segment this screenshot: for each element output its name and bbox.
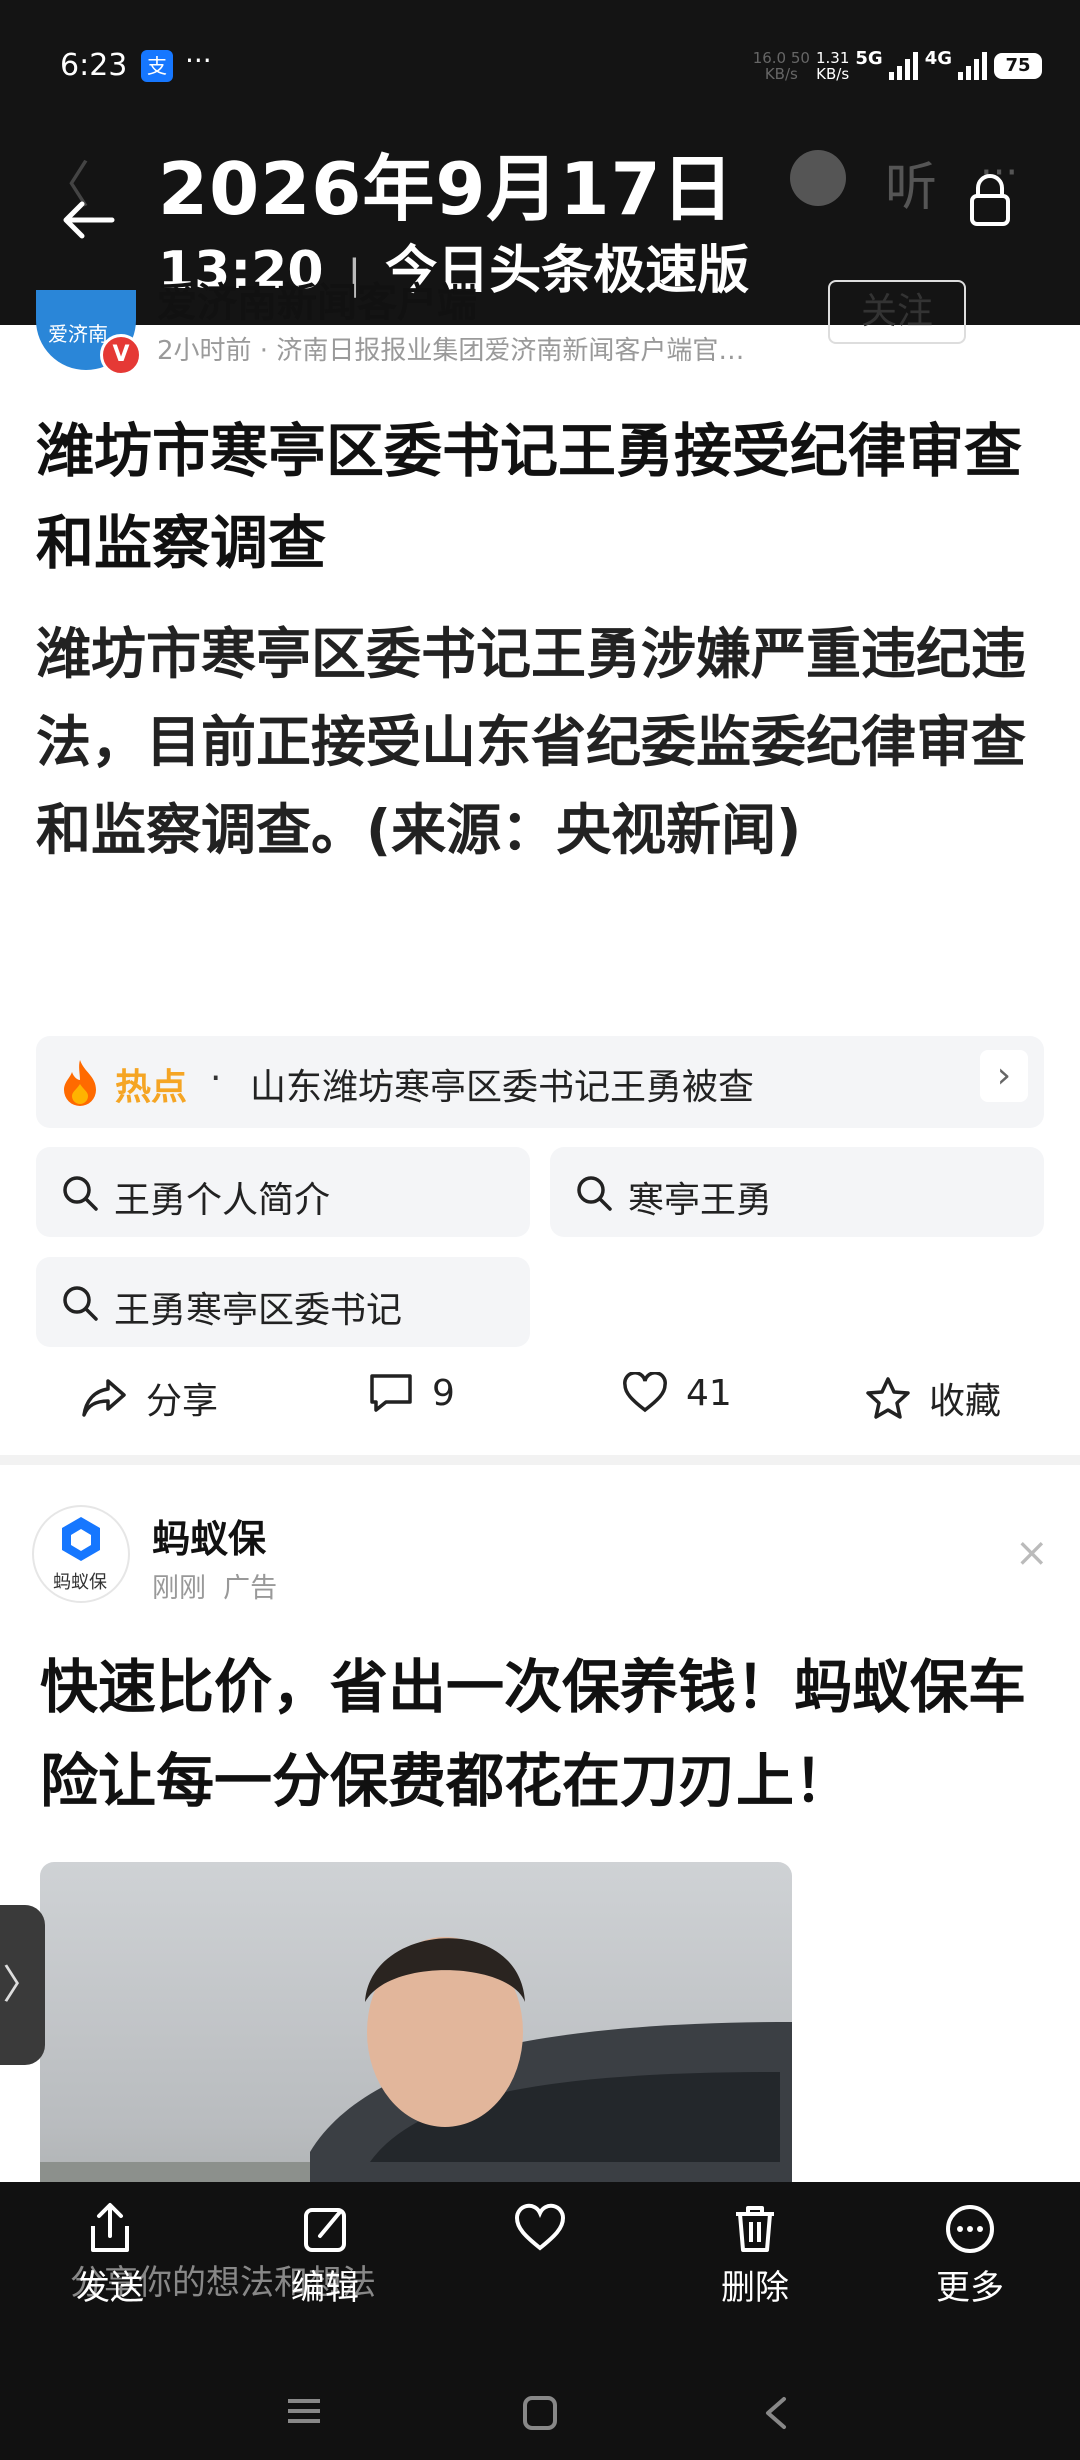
- upload-icon: [91, 2203, 129, 2252]
- trash-icon: [736, 2206, 774, 2252]
- collect-label: 收藏: [929, 1381, 1002, 1422]
- ad-text[interactable]: 快速比价，省出一次保养钱！蚂蚁保车险让每一分保费都花在刀刃上！: [40, 1640, 1050, 1828]
- fire-icon: [58, 1058, 102, 1110]
- ad-meta: 刚刚 广告: [152, 1566, 277, 1605]
- article-title: 潍坊市寒亭区委书记王勇接受纪律审查和监察调查: [36, 417, 1023, 577]
- ad-logo-text: 蚂蚁保: [53, 1572, 107, 1593]
- nav-back-icon[interactable]: [762, 2395, 790, 2435]
- share-label: 分享: [146, 1381, 219, 1422]
- search-icon: [60, 1173, 100, 1217]
- source-meta: 2小时前 · 济南日报报业集团爱济南新闻客户端官…: [157, 336, 745, 366]
- share-button[interactable]: 分享: [80, 1372, 218, 1424]
- delete-button[interactable]: 删除: [675, 2202, 835, 2309]
- hot-separator: ·: [210, 1058, 222, 1099]
- ad-time: 刚刚: [152, 1573, 206, 1604]
- search-icon: [60, 1283, 100, 1327]
- favorite-button[interactable]: [460, 2202, 620, 2260]
- like-button[interactable]: 41: [622, 1372, 732, 1414]
- comment-button[interactable]: 9: [368, 1372, 455, 1414]
- heart-icon: [623, 1372, 667, 1413]
- more-icon: [946, 2205, 994, 2253]
- search-chip-label: 王勇个人简介: [114, 1180, 331, 1221]
- send-label: 发送: [76, 2268, 144, 2308]
- verified-badge: V: [100, 334, 142, 376]
- comment-icon: [370, 1374, 412, 1412]
- search-chip-label: 寒亭王勇: [628, 1180, 773, 1221]
- nav-home-icon[interactable]: [522, 2395, 558, 2435]
- ant-insurance-logo-icon: [62, 1517, 100, 1561]
- close-icon[interactable]: ×: [1015, 1530, 1049, 1576]
- hot-topic-text: 山东潍坊寒亭区委书记王勇被查: [250, 1067, 755, 1108]
- edit-icon: [304, 2208, 346, 2252]
- edit-label: 编辑: [291, 2268, 359, 2308]
- side-drawer-tab[interactable]: 〉: [0, 1905, 45, 2065]
- article-body: 潍坊市寒亭区委书记王勇涉嫌严重违纪违法，目前正接受山东省纪委监委纪律审查和监察调…: [36, 622, 1027, 862]
- more-button[interactable]: 更多: [890, 2202, 1050, 2309]
- search-chip[interactable]: 寒亭王勇: [550, 1147, 1044, 1237]
- search-chip[interactable]: 王勇个人简介: [36, 1147, 530, 1237]
- overlay-mask: [0, 0, 1080, 325]
- heart-icon: [514, 2203, 566, 2251]
- nav-recents-icon[interactable]: [284, 2395, 324, 2431]
- chevron-right-icon[interactable]: ›: [980, 1050, 1028, 1102]
- hot-label: 热点: [115, 1067, 188, 1108]
- star-icon: [866, 1377, 910, 1419]
- edit-button[interactable]: 编辑: [245, 2202, 405, 2309]
- search-icon: [574, 1173, 614, 1217]
- share-icon: [82, 1379, 126, 1417]
- search-chip-label: 王勇寒亭区委书记: [114, 1290, 403, 1331]
- ad-tag: 广告: [223, 1573, 278, 1604]
- search-chip[interactable]: 王勇寒亭区委书记: [36, 1257, 530, 1347]
- send-button[interactable]: 发送: [30, 2202, 190, 2309]
- more-label: 更多: [936, 2268, 1004, 2308]
- ad-advertiser-name[interactable]: 蚂蚁保: [152, 1508, 266, 1563]
- divider: [0, 1455, 1080, 1465]
- comment-count: 9: [432, 1372, 455, 1414]
- collect-button[interactable]: 收藏: [865, 1372, 1001, 1424]
- delete-label: 删除: [721, 2268, 789, 2308]
- like-count: 41: [686, 1372, 732, 1414]
